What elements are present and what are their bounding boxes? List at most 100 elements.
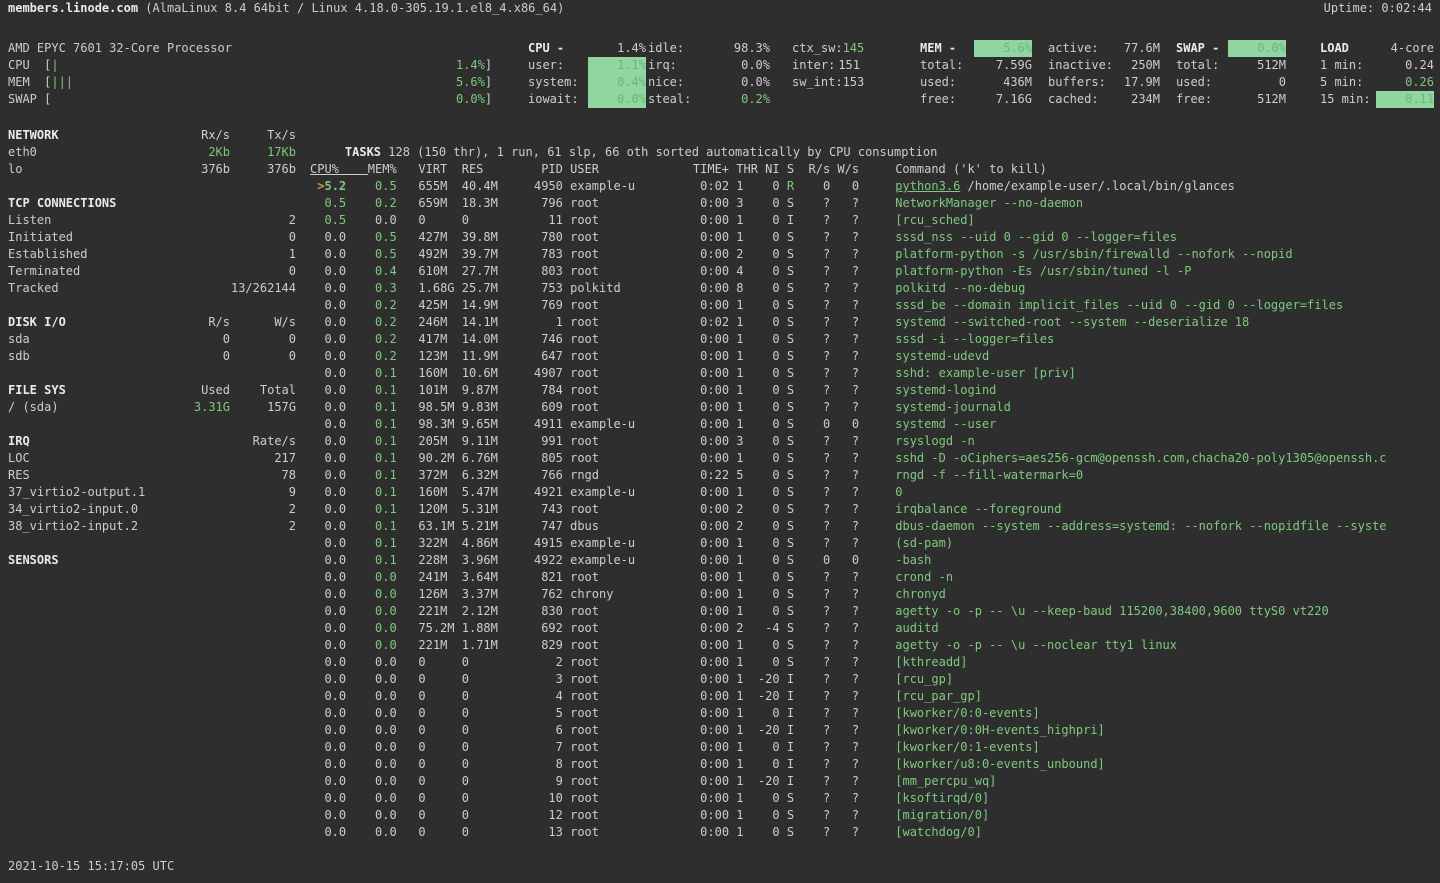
sidebar-row: IRQRate/s <box>8 433 296 450</box>
tasks-label: TASKS <box>345 145 381 159</box>
process-row: 0.0 0.1 98.5M 9.83M 609 root 0:00 1 0 S … <box>310 399 1440 416</box>
quicklook-gauge-swap: SWAP [ 0.0%] <box>8 91 492 108</box>
sidebar-spacer <box>8 178 296 195</box>
process-row: 0.0 0.1 63.1M 5.21M 747 dbus 0:00 2 0 S … <box>310 518 1440 535</box>
stat-row: ctx_sw:145 <box>792 40 860 57</box>
process-row: 0.0 0.0 0 0 3 root 0:00 1 -20 I ? ? [rcu… <box>310 671 1440 688</box>
process-row: 0.0 0.1 372M 6.32M 766 rngd 0:22 5 0 S ?… <box>310 467 1440 484</box>
process-row: 0.0 0.0 0 0 9 root 0:00 1 -20 I ? ? [mm_… <box>310 773 1440 790</box>
sidebar-row: LOC217 <box>8 450 296 467</box>
system-title: members.linode.com (AlmaLinux 8.4 64bit … <box>8 0 564 17</box>
stat-row: 15 min: 0.11 <box>1320 91 1434 108</box>
titlebar: members.linode.com (AlmaLinux 8.4 64bit … <box>0 0 1440 17</box>
stat-row: system: 0.4% <box>528 74 646 91</box>
stat-row: buffers:17.9M <box>1048 74 1160 91</box>
sidebar-row: lo376b376b <box>8 161 296 178</box>
sidebar-row: TCP CONNECTIONS <box>8 195 296 212</box>
process-row: 0.0 0.1 160M 5.47M 4921 example-u 0:00 1… <box>310 484 1440 501</box>
tasks-summary: TASKS 128 (150 thr), 1 run, 61 slp, 66 o… <box>316 127 937 144</box>
process-row: 0.0 0.0 221M 1.71M 829 root 0:00 1 0 S ?… <box>310 637 1440 654</box>
os-info: (AlmaLinux 8.4 64bit / Linux 4.18.0-305.… <box>138 1 564 15</box>
stat-row: used:436M <box>920 74 1032 91</box>
process-row: 0.0 0.1 98.3M 9.65M 4911 example-u 0:00 … <box>310 416 1440 433</box>
stat-row: used:0 <box>1176 74 1286 91</box>
sidebar-row: sdb00 <box>8 348 296 365</box>
sidebar-row: 34_virtio2-input.02 <box>8 501 296 518</box>
stat-block-cpu-extra: idle:98.3%irq:0.0%nice:0.0%steal:0.2% <box>648 40 770 108</box>
uptime: Uptime: 0:02:44 <box>1324 0 1432 17</box>
sidebar-row: 37_virtio2-output.19 <box>8 484 296 501</box>
stat-row: nice:0.0% <box>648 74 770 91</box>
sidebar-row: FILE SYSUsedTotal <box>8 382 296 399</box>
stat-row: active:77.6M <box>1048 40 1160 57</box>
stat-row: cached:234M <box>1048 91 1160 108</box>
sidebar-panel: NETWORKRx/sTx/seth02Kb17Kblo376b376bTCP … <box>8 127 296 569</box>
process-table-header: CPU% MEM% VIRT RES PID USER TIME+ THR NI… <box>310 161 1440 178</box>
quicklook-gauge-mem: MEM [||| 5.6%] <box>8 74 492 91</box>
process-row: 0.0 0.1 228M 3.96M 4922 example-u 0:00 1… <box>310 552 1440 569</box>
stat-block-mem-extra: active:77.6Minactive:250Mbuffers:17.9Mca… <box>1048 40 1160 108</box>
process-row: 0.5 0.2 659M 18.3M 796 root 0:00 3 0 S ?… <box>310 195 1440 212</box>
stat-row: CPU -1.4% <box>528 40 646 57</box>
stat-block-swap: SWAP - 0.0%total:512Mused:0free:512M <box>1176 40 1286 108</box>
stat-block-load: LOAD4-core1 min:0.245 min:0.2615 min: 0.… <box>1320 40 1434 108</box>
clock: 2021-10-15 15:17:05 UTC <box>8 858 174 875</box>
process-row: 0.0 0.0 0 0 7 root 0:00 1 0 I ? ? [kwork… <box>310 739 1440 756</box>
stat-row: 1 min:0.24 <box>1320 57 1434 74</box>
sidebar-row: Initiated0 <box>8 229 296 246</box>
process-row: 0.0 0.2 246M 14.1M 1 root 0:02 1 0 S ? ?… <box>310 314 1440 331</box>
stat-row: user: 1.1% <box>528 57 646 74</box>
quicklook-panel: AMD EPYC 7601 32-Core Processor CPU [| 1… <box>8 40 492 108</box>
sidebar-row: Terminated0 <box>8 263 296 280</box>
glances-terminal[interactable]: members.linode.com (AlmaLinux 8.4 64bit … <box>0 0 1440 883</box>
process-row: 0.0 0.1 90.2M 6.76M 805 root 0:00 1 0 S … <box>310 450 1440 467</box>
sidebar-row: Tracked13/262144 <box>8 280 296 297</box>
stat-row: SWAP - 0.0% <box>1176 40 1286 57</box>
process-row: 0.0 0.0 0 0 10 root 0:00 1 0 S ? ? [ksof… <box>310 790 1440 807</box>
process-row: 0.5 0.0 0 0 11 root 0:00 1 0 I ? ? [rcu_… <box>310 212 1440 229</box>
sidebar-row: Established1 <box>8 246 296 263</box>
sidebar-spacer <box>8 416 296 433</box>
process-row: 0.0 0.0 221M 2.12M 830 root 0:00 1 0 S ?… <box>310 603 1440 620</box>
process-row: 0.0 0.0 0 0 4 root 0:00 1 -20 I ? ? [rcu… <box>310 688 1440 705</box>
process-row: 0.0 0.1 120M 5.31M 743 root 0:00 2 0 S ?… <box>310 501 1440 518</box>
stat-row: irq:0.0% <box>648 57 770 74</box>
sidebar-row: Listen2 <box>8 212 296 229</box>
stat-row: sw_int:153 <box>792 74 860 91</box>
process-row: 0.0 0.1 205M 9.11M 991 root 0:00 3 0 S ?… <box>310 433 1440 450</box>
stat-row: idle:98.3% <box>648 40 770 57</box>
process-row: 0.0 0.0 75.2M 1.88M 692 root 0:00 2 -4 S… <box>310 620 1440 637</box>
hostname: members.linode.com <box>8 1 138 15</box>
process-row: 0.0 0.0 0 0 13 root 0:00 1 0 S ? ? [watc… <box>310 824 1440 841</box>
process-row: 0.0 0.0 126M 3.37M 762 chrony 0:00 1 0 S… <box>310 586 1440 603</box>
tasks-counts: 128 (150 thr), 1 run, 61 slp, 66 oth sor… <box>381 145 937 159</box>
stat-block-mem-main: MEM - 5.6%total:7.59Gused:436Mfree:7.16G <box>920 40 1032 108</box>
quicklook-gauge-cpu: CPU [| 1.4%] <box>8 57 492 74</box>
sidebar-row: NETWORKRx/sTx/s <box>8 127 296 144</box>
stat-block-cpu-events: ctx_sw:145inter:151sw_int:153 <box>792 40 860 91</box>
stat-row: MEM - 5.6% <box>920 40 1032 57</box>
process-row: 0.0 0.5 492M 39.7M 783 root 0:00 2 0 S ?… <box>310 246 1440 263</box>
sidebar-spacer <box>8 535 296 552</box>
stat-row: total:7.59G <box>920 57 1032 74</box>
stat-row: LOAD4-core <box>1320 40 1434 57</box>
stat-row: total:512M <box>1176 57 1286 74</box>
stat-row: inter:151 <box>792 57 860 74</box>
process-row: 0.0 0.2 425M 14.9M 769 root 0:00 1 0 S ?… <box>310 297 1440 314</box>
stat-row: inactive:250M <box>1048 57 1160 74</box>
process-row: 0.0 0.0 0 0 5 root 0:00 1 0 I ? ? [kwork… <box>310 705 1440 722</box>
process-row: 0.0 0.0 0 0 2 root 0:00 1 0 S ? ? [kthre… <box>310 654 1440 671</box>
process-row: 0.0 0.4 610M 27.7M 803 root 0:00 4 0 S ?… <box>310 263 1440 280</box>
sidebar-spacer <box>8 297 296 314</box>
stat-row: free:512M <box>1176 91 1286 108</box>
stat-block-cpu-main: CPU -1.4%user: 1.1%system: 0.4%iowait: 0… <box>528 40 646 108</box>
process-row: 0.0 0.1 101M 9.87M 784 root 0:00 1 0 S ?… <box>310 382 1440 399</box>
sidebar-row: / (sda)3.31G157G <box>8 399 296 416</box>
stat-row: iowait: 0.0% <box>528 91 646 108</box>
process-row: 0.0 0.1 322M 4.86M 4915 example-u 0:00 1… <box>310 535 1440 552</box>
stat-row: steal:0.2% <box>648 91 770 108</box>
stat-row: 5 min:0.26 <box>1320 74 1434 91</box>
sidebar-row: SENSORS <box>8 552 296 569</box>
process-row: 0.0 0.1 160M 10.6M 4907 root 0:00 1 0 S … <box>310 365 1440 382</box>
stat-row: free:7.16G <box>920 91 1032 108</box>
